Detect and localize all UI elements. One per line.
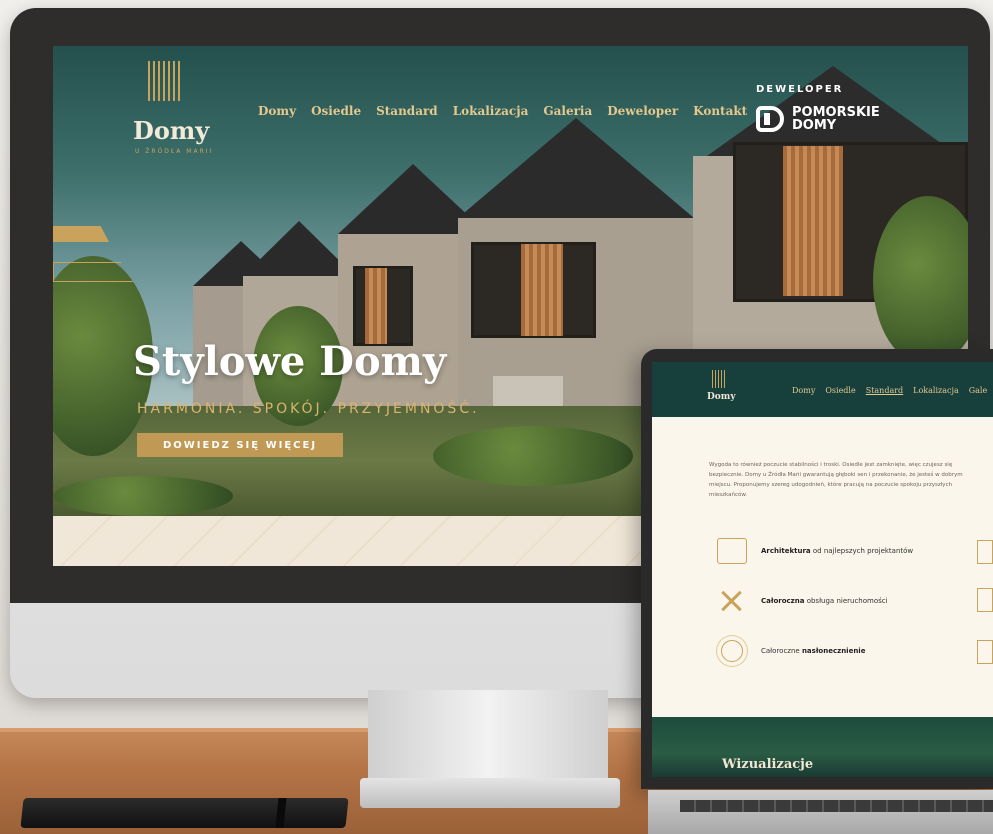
domy-logo-icon[interactable]	[712, 370, 726, 388]
laptop-keyboard	[680, 800, 993, 812]
imac-foot	[360, 778, 620, 808]
nav-item-deweloper[interactable]: Deweloper	[607, 104, 678, 118]
laptop-nav-item-galeria[interactable]: Gale	[969, 386, 987, 395]
feature-architecture: Architektura od najlepszych projektantów	[717, 538, 913, 564]
developer-name: POMORSKIE DOMY	[792, 106, 880, 132]
feature-maintenance: Całoroczna obsługa nieruchomości	[717, 588, 888, 614]
pomorskie-domy-logo-icon	[756, 106, 784, 132]
developer-logo[interactable]: POMORSKIE DOMY	[756, 106, 880, 132]
feature-text: Architektura od najlepszych projektantów	[761, 547, 914, 555]
laptop-nav-item-osiedle[interactable]: Osiedle	[825, 386, 855, 395]
hero-title: Stylowe Domy	[133, 338, 447, 385]
blueprint-icon	[717, 538, 747, 564]
sun-icon	[721, 640, 743, 662]
imac-stand	[368, 690, 608, 790]
laptop-nav-item-lokalizacja[interactable]: Lokalizacja	[913, 386, 959, 395]
feature-icon-partial	[977, 540, 993, 564]
hero-subtitle: HARMONIA. SPOKÓJ. PRZYJEMNOŚĆ.	[137, 401, 480, 417]
shrub	[433, 426, 633, 486]
feature-sunlight: Całoroczne nasłonecznienie	[717, 640, 865, 662]
gold-outline-deco	[53, 262, 133, 282]
developer-name-line2: DOMY	[792, 118, 837, 133]
visualizations-title: Wizualizacje	[722, 757, 814, 772]
wood-cladding	[521, 244, 563, 336]
nav-item-galeria[interactable]: Galeria	[543, 104, 592, 118]
laptop-base	[648, 790, 993, 834]
nav-item-standard[interactable]: Standard	[376, 104, 438, 118]
laptop-website-screen: Domy Domy Osiedle Standard Lokalizacja G…	[652, 362, 993, 777]
tools-icon	[717, 588, 747, 614]
notebook	[20, 798, 349, 828]
gold-deco-shape	[53, 226, 109, 242]
nav-item-kontakt[interactable]: Kontakt	[693, 104, 747, 118]
visualizations-section	[652, 717, 993, 777]
feature-text: Całoroczna obsługa nieruchomości	[761, 597, 888, 605]
nav-item-lokalizacja[interactable]: Lokalizacja	[453, 104, 529, 118]
main-nav: Domy Osiedle Standard Lokalizacja Galeri…	[258, 104, 747, 118]
wood-cladding	[783, 146, 843, 296]
site-logo-tagline: U ŹRÓDŁA MARII	[135, 148, 214, 155]
feature-icon-partial	[977, 640, 993, 664]
feature-text: Całoroczne nasłonecznienie	[761, 647, 866, 655]
house-roof	[458, 118, 694, 218]
standard-description: Wygoda to również poczucie stabilności i…	[709, 462, 963, 498]
wood-cladding	[365, 268, 387, 344]
learn-more-button[interactable]: DOWIEDZ SIĘ WIĘCEJ	[137, 433, 343, 457]
laptop-site-logo[interactable]: Domy	[707, 392, 736, 402]
laptop-nav-item-domy[interactable]: Domy	[792, 386, 815, 395]
site-logo[interactable]: Domy	[133, 116, 209, 145]
domy-logo-icon[interactable]	[148, 61, 180, 101]
shrub	[53, 476, 233, 516]
feature-icon-partial	[977, 588, 993, 612]
nav-item-osiedle[interactable]: Osiedle	[311, 104, 361, 118]
developer-label: DEWELOPER	[756, 84, 844, 95]
laptop-nav-item-standard[interactable]: Standard	[866, 386, 903, 395]
nav-item-domy[interactable]: Domy	[258, 104, 296, 118]
laptop-main-nav: Domy Osiedle Standard Lokalizacja Gale	[792, 386, 987, 395]
